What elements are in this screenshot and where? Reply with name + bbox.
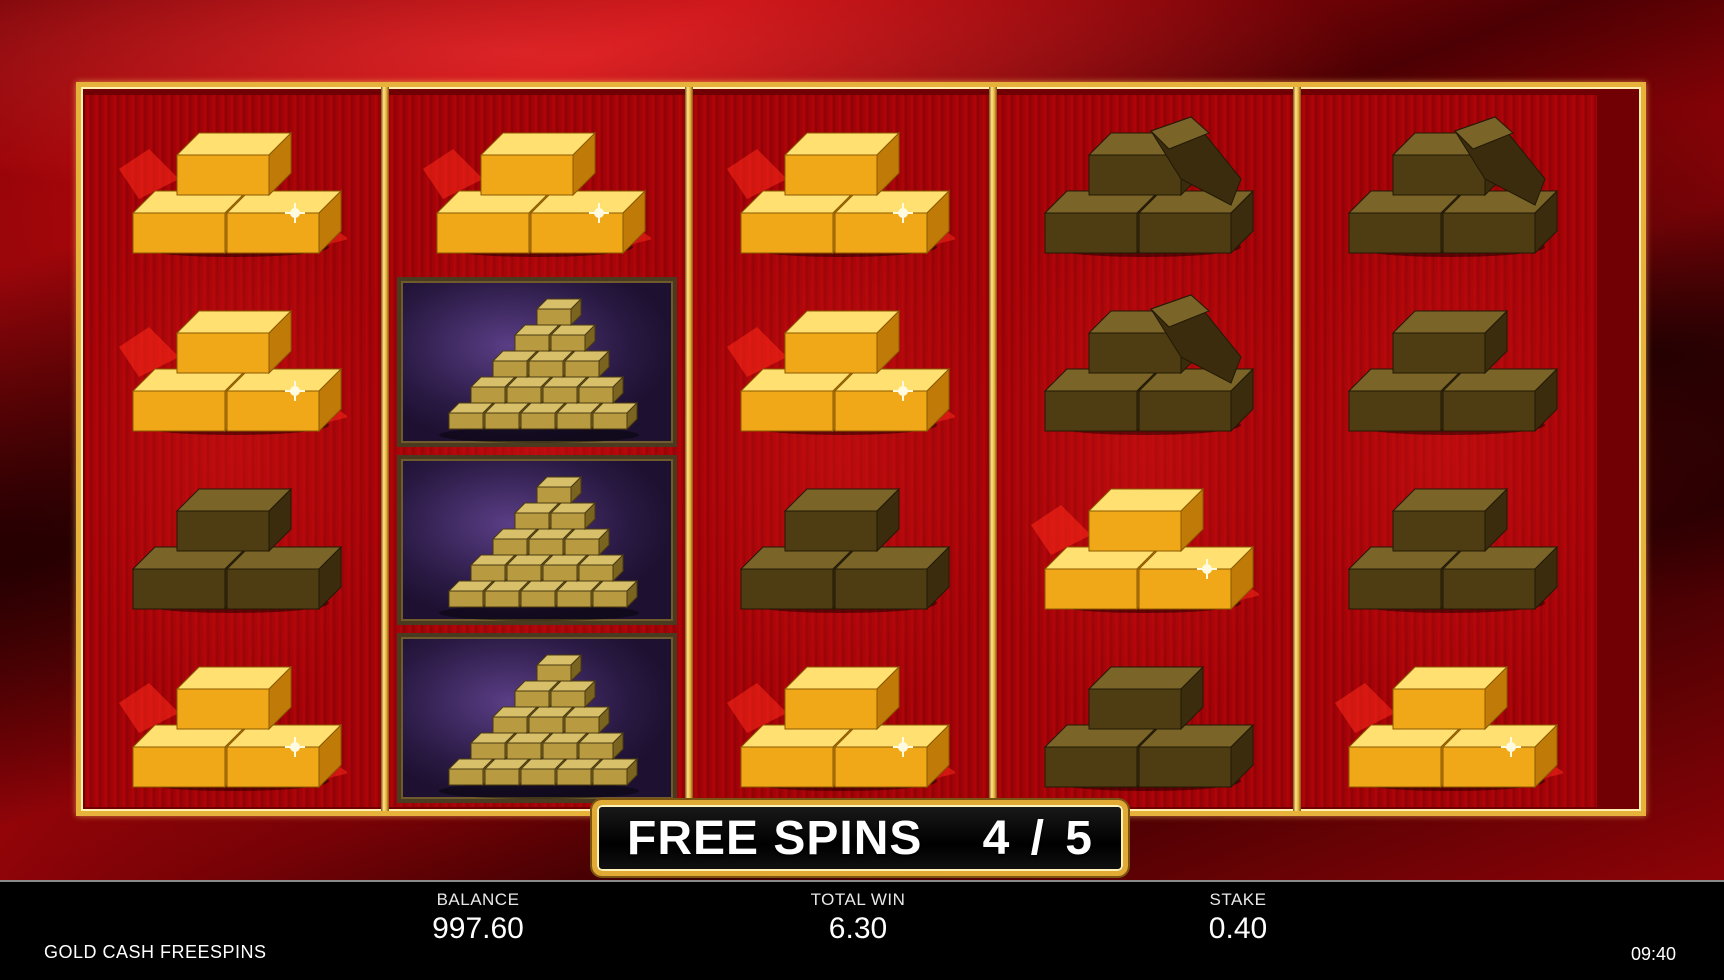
- bronze-tipped-bars-icon: [1043, 294, 1255, 435]
- gold-bars-icon: [727, 309, 955, 435]
- reel-3: [693, 95, 989, 807]
- gold-bars-icon: [119, 131, 347, 257]
- total-win-label: TOTAL WIN: [810, 890, 906, 909]
- gold-bars-symbol: [85, 95, 381, 273]
- pyramid-bars-icon: [439, 475, 639, 621]
- total-win-panel: TOTAL WIN 6.30: [738, 890, 978, 946]
- reel-divider: [989, 87, 997, 811]
- bronze-bars-symbol: [693, 451, 989, 629]
- stake-value: 0.40: [1208, 912, 1268, 945]
- free-spins-banner: FREE SPINS 4 / 5: [592, 800, 1128, 876]
- pyramid-bars-symbol: [397, 455, 677, 625]
- balance-value: 997.60: [432, 912, 524, 945]
- bronze-bars-symbol: [997, 629, 1293, 807]
- pyramid-bars-icon: [439, 297, 639, 443]
- gold-bars-symbol: [693, 273, 989, 451]
- reel-2: [389, 95, 685, 807]
- bronze-bars-icon: [131, 487, 343, 613]
- bronze-tipped-bars-icon: [1043, 116, 1255, 257]
- reel-frame: [76, 82, 1646, 816]
- status-bar: BALANCE 997.60 TOTAL WIN 6.30 STAKE 0.40…: [0, 880, 1724, 980]
- pyramid-bars-symbol: [397, 633, 677, 803]
- bronze-bars-icon: [739, 487, 951, 613]
- bronze-bars-icon: [1043, 665, 1255, 791]
- gold-bars-symbol: [389, 95, 685, 273]
- bronze-tipped-bars-symbol: [1301, 95, 1597, 273]
- bronze-tipped-bars-icon: [1347, 116, 1559, 257]
- reel-4: [997, 95, 1293, 807]
- balance-panel: BALANCE 997.60: [358, 890, 598, 946]
- gold-bars-symbol: [693, 95, 989, 273]
- reel-divider: [685, 87, 693, 811]
- free-spins-counter: 4 / 5: [982, 811, 1093, 865]
- game-title: GOLD CASH FREESPINS: [44, 942, 267, 962]
- gold-bars-icon: [423, 131, 651, 257]
- gold-bars-symbol: [85, 629, 381, 807]
- bronze-bars-icon: [1347, 487, 1559, 613]
- free-spins-label: FREE SPINS: [627, 811, 923, 865]
- reel-5: [1301, 95, 1597, 807]
- reel-divider: [381, 87, 389, 811]
- bronze-tipped-bars-symbol: [997, 95, 1293, 273]
- reel-1: [85, 95, 381, 807]
- stake-panel: STAKE 0.40: [1118, 890, 1358, 946]
- bronze-bars-icon: [1347, 309, 1559, 435]
- gold-bars-symbol: [1301, 629, 1597, 807]
- reel-divider: [1293, 87, 1301, 811]
- gold-bars-icon: [119, 665, 347, 791]
- bronze-bars-symbol: [1301, 273, 1597, 451]
- bronze-bars-symbol: [1301, 451, 1597, 629]
- gold-bars-icon: [1031, 487, 1259, 613]
- balance-label: BALANCE: [436, 890, 520, 909]
- gold-bars-symbol: [693, 629, 989, 807]
- pyramid-bars-symbol: [397, 277, 677, 447]
- gold-bars-symbol: [997, 451, 1293, 629]
- gold-bars-icon: [1335, 665, 1563, 791]
- stake-label: STAKE: [1209, 890, 1267, 909]
- game-stage[interactable]: FREE SPINS 4 / 5: [0, 0, 1724, 880]
- total-win-value: 6.30: [828, 912, 888, 945]
- clock: 09:40: [1630, 944, 1676, 964]
- bronze-tipped-bars-symbol: [997, 273, 1293, 451]
- gold-bars-icon: [727, 665, 955, 791]
- gold-bars-symbol: [85, 273, 381, 451]
- gold-bars-icon: [119, 309, 347, 435]
- pyramid-bars-icon: [439, 653, 639, 799]
- bronze-bars-symbol: [85, 451, 381, 629]
- gold-bars-icon: [727, 131, 955, 257]
